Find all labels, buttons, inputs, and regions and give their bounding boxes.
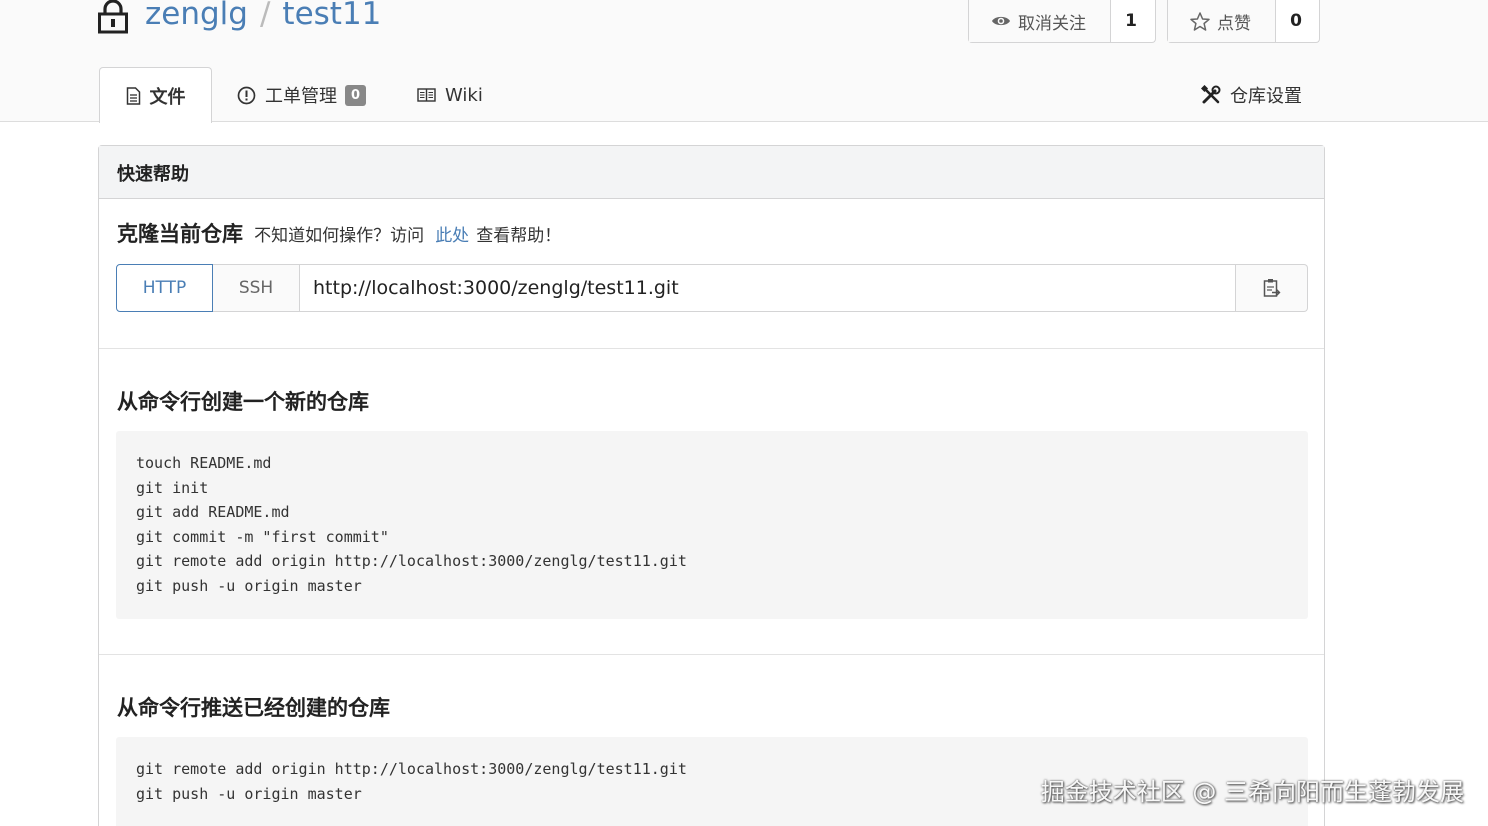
help-link[interactable]: 此处 xyxy=(435,226,469,246)
clone-url-input[interactable] xyxy=(300,264,1236,312)
star-count[interactable]: 0 xyxy=(1276,0,1316,42)
quick-help-panel: 快速帮助 克隆当前仓库 不知道如何操作？访问 此处 查看帮助！ HTTP SSH… xyxy=(98,145,1325,826)
clone-url-row: HTTP SSH xyxy=(116,264,1308,312)
tab-settings-label: 仓库设置 xyxy=(1230,86,1302,107)
unwatch-label: 取消关注 xyxy=(1018,13,1086,34)
copy-url-button[interactable] xyxy=(1236,264,1308,312)
clipboard-icon xyxy=(1263,279,1280,297)
clone-title: 克隆当前仓库 不知道如何操作？访问 此处 查看帮助！ xyxy=(117,218,561,248)
repo-title: zenglg / test11 xyxy=(145,0,381,32)
new-repo-code[interactable]: touch README.md git init git add README.… xyxy=(116,431,1308,619)
tools-icon xyxy=(1201,85,1221,104)
star-button[interactable]: 点赞 xyxy=(1168,0,1276,42)
tab-settings[interactable]: 仓库设置 xyxy=(1201,67,1302,123)
file-icon xyxy=(126,86,140,105)
lock-icon xyxy=(98,0,128,34)
watch-count[interactable]: 1 xyxy=(1111,0,1151,42)
tab-issues-label: 工单管理 xyxy=(265,86,337,107)
clone-hint-post: 查看帮助！ xyxy=(476,226,562,246)
clone-hint-pre: 不知道如何操作？访问 xyxy=(254,226,425,246)
section-divider xyxy=(99,654,1324,655)
repo-name-link[interactable]: test11 xyxy=(282,0,381,32)
tab-issues[interactable]: 工单管理 0 xyxy=(237,67,367,123)
clone-title-text: 克隆当前仓库 xyxy=(117,222,243,246)
eye-icon xyxy=(992,16,1010,26)
issue-icon xyxy=(237,86,256,104)
repo-owner-link[interactable]: zenglg xyxy=(145,0,248,32)
new-repo-title: 从命令行创建一个新的仓库 xyxy=(117,390,369,414)
repo-title-separator: / xyxy=(259,0,271,32)
repo-header: zenglg / test11 取消关注 1 点赞 0 文件 工单管理 0 Wi… xyxy=(0,0,1488,123)
quick-help-header: 快速帮助 xyxy=(99,146,1324,199)
tab-wiki-label: Wiki xyxy=(445,84,483,106)
watermark: 掘金技术社区 @ 三希向阳而生蓬勃发展 xyxy=(1040,778,1464,806)
ssh-button[interactable]: SSH xyxy=(213,264,300,312)
http-button[interactable]: HTTP xyxy=(116,264,213,312)
section-divider xyxy=(99,348,1324,349)
tab-files-label: 文件 xyxy=(149,86,186,108)
star-label: 点赞 xyxy=(1217,13,1251,34)
watch-button-group: 取消关注 1 xyxy=(968,0,1156,43)
unwatch-button[interactable]: 取消关注 xyxy=(969,0,1111,42)
star-icon xyxy=(1190,11,1210,31)
tab-files[interactable]: 文件 xyxy=(99,67,212,123)
book-icon xyxy=(417,88,436,102)
issues-count-badge: 0 xyxy=(345,84,367,106)
star-button-group: 点赞 0 xyxy=(1167,0,1320,43)
tab-wiki[interactable]: Wiki xyxy=(417,67,483,123)
push-existing-title: 从命令行推送已经创建的仓库 xyxy=(117,696,390,720)
